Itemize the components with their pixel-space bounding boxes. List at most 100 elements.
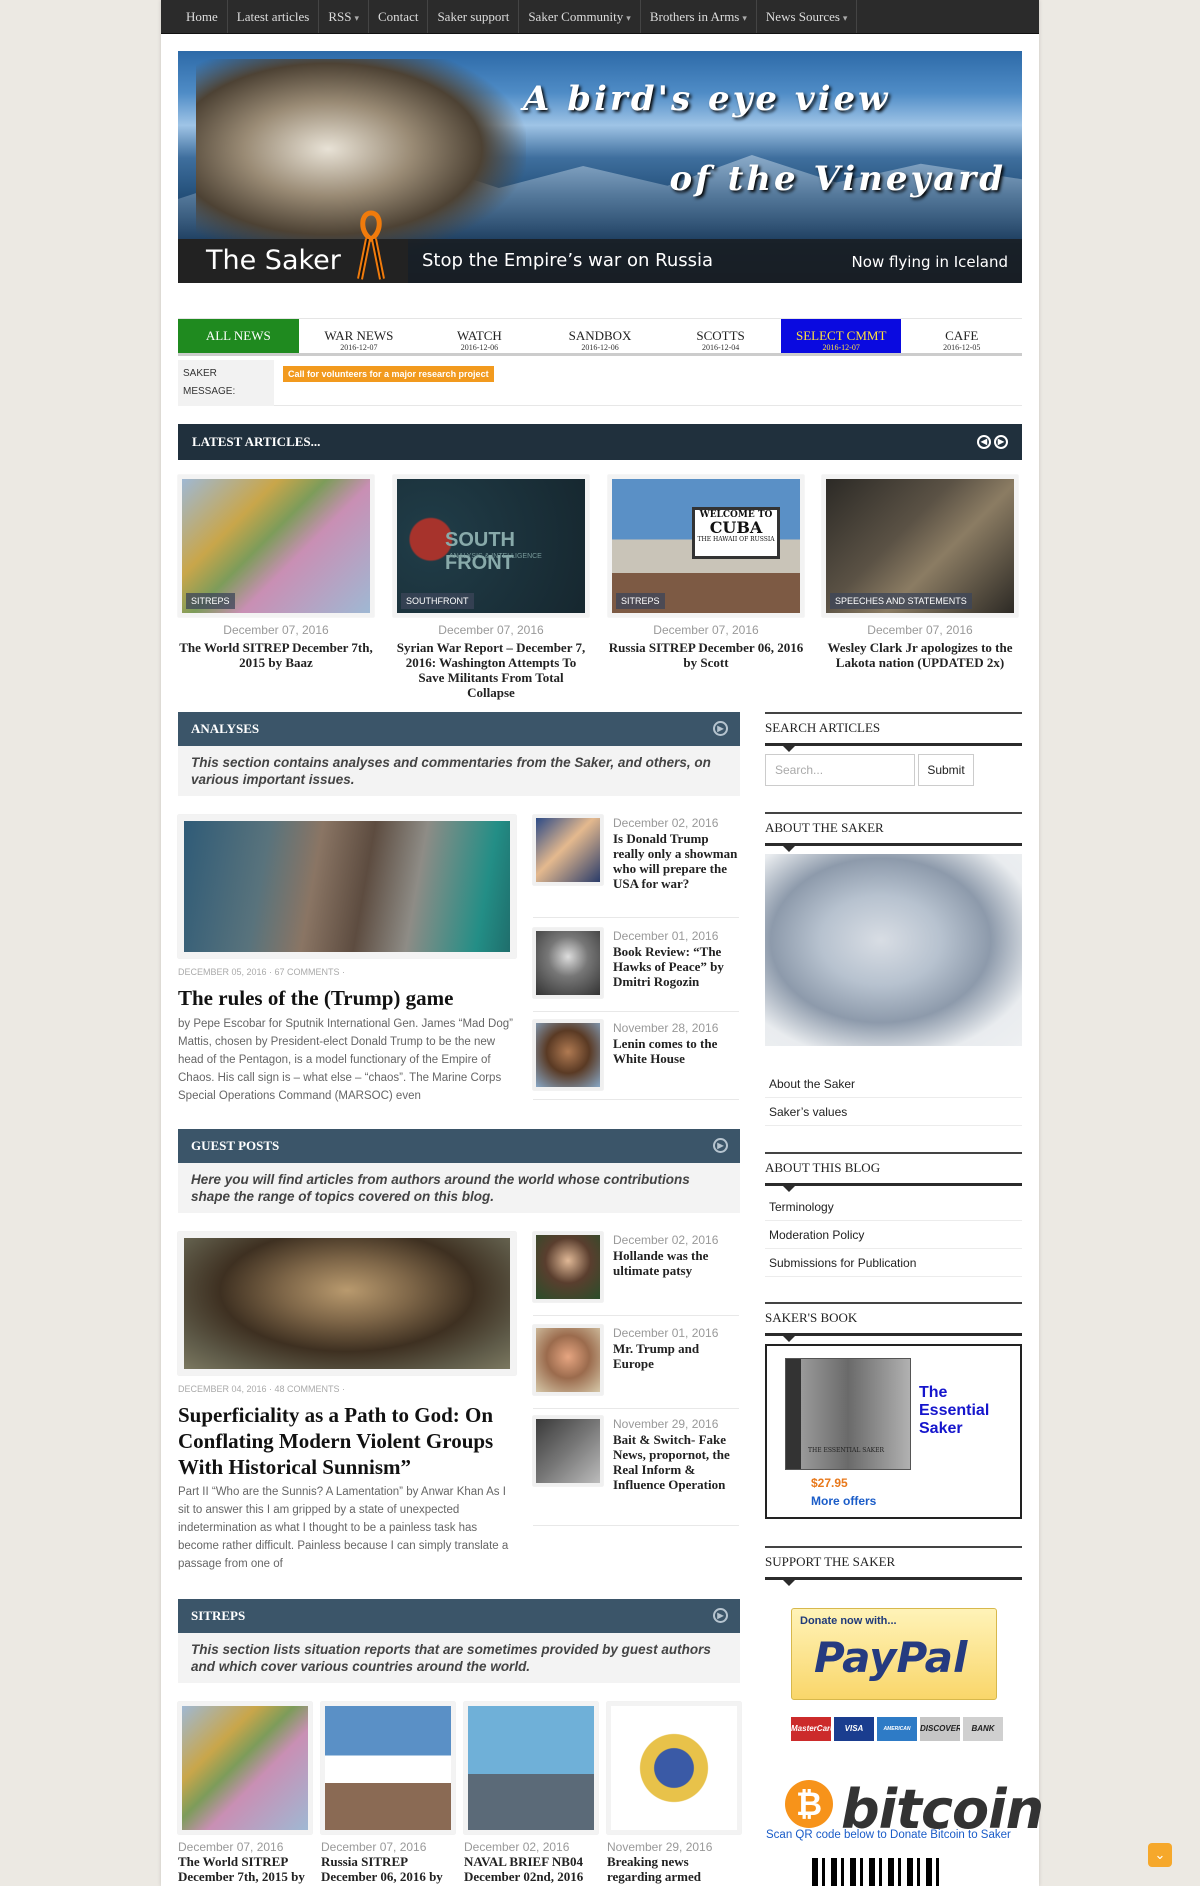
analyses-feature-title[interactable]: The rules of the (Trump) game [178, 985, 516, 1011]
side-article-thumb[interactable] [533, 1232, 603, 1302]
nav-item[interactable]: Home [177, 0, 228, 33]
side-article-thumb[interactable] [533, 928, 603, 998]
sitrep-article[interactable]: December 07, 2016 The World SITREP Decemb… [178, 1702, 312, 1884]
sidebar-link[interactable]: Submissions for Publication [765, 1249, 1022, 1277]
page: Home Latest articles RSS ▾ Contact Saker supp… [161, 0, 1044, 1886]
article-title[interactable]: Wesley Clark Jr apologizes to the Lakota… [822, 640, 1018, 670]
next-arrow-icon[interactable]: ▶ [994, 435, 1008, 449]
southfront-logo-sub: ANALYSIS & INTELLIGENCE [449, 553, 542, 560]
sidebar-link[interactable]: About the Saker [765, 1070, 1022, 1098]
latest-article[interactable]: SITREPS December 07, 2016 The World SITREP… [178, 475, 374, 670]
sitrep-article[interactable]: December 02, 2016 NAVAL BRIEF NB04 Decemb… [464, 1702, 598, 1884]
support-saker-title: SUPPORT THE SAKER [765, 1546, 1022, 1586]
sitrep-article[interactable]: December 07, 2016 Russia SITREP December … [321, 1702, 455, 1884]
nav-item[interactable]: Contact [369, 0, 429, 33]
side-article[interactable]: December 02, 2016 Is Donald Trump really … [533, 815, 739, 918]
sitrep-article-title[interactable]: Breaking news regarding armed [607, 1854, 741, 1884]
sitrep-article-date: December 07, 2016 [178, 1840, 284, 1854]
search-input[interactable]: Search... [765, 754, 915, 786]
category-tab-date: 2016-12-07 [822, 343, 860, 352]
article-category-badge[interactable]: SOUTHFRONT [401, 593, 474, 609]
article-title[interactable]: Russia SITREP December 06, 2016 by Scott [608, 640, 804, 670]
about-blog-title: ABOUT THIS BLOG [765, 1152, 1022, 1192]
sitrep-article[interactable]: November 29, 2016 Breaking news regarding… [607, 1702, 741, 1884]
nav-item[interactable]: Saker support [428, 0, 520, 33]
sitrep-article-title[interactable]: The World SITREP December 7th, 2015 by [178, 1854, 312, 1884]
prev-arrow-icon[interactable]: ◀ [977, 435, 991, 449]
nav-item[interactable]: Brothers in Arms ▾ [641, 0, 757, 33]
side-article[interactable]: November 28, 2016 Lenin comes to the Whit… [533, 1020, 739, 1100]
latest-article-image[interactable]: WELCOME TO CUBA THE HAWAII OF RUSSIA SITREP… [608, 475, 804, 617]
article-title[interactable]: The World SITREP December 7th, 2015 by B… [178, 640, 374, 670]
sitrep-article-image[interactable] [607, 1702, 741, 1834]
latest-article-image[interactable]: SPEECHES AND STATEMENTS [822, 475, 1018, 617]
book-more-offers-link[interactable]: More offers [811, 1494, 876, 1508]
article-title[interactable]: Syrian War Report – December 7, 2016: Wa… [393, 640, 589, 700]
arrow-circle-icon[interactable]: ▶ [713, 1608, 728, 1623]
sitrep-article-image[interactable] [178, 1702, 312, 1834]
latest-article[interactable]: WELCOME TO CUBA THE HAWAII OF RUSSIA SITREP… [608, 475, 804, 670]
cuba-sign: WELCOME TO CUBA THE HAWAII OF RUSSIA [692, 507, 780, 559]
sidebar-link[interactable]: Terminology [765, 1193, 1022, 1221]
saker-message-link[interactable]: Call for volunteers for a major research… [283, 366, 494, 382]
sitrep-article-image[interactable] [464, 1702, 598, 1834]
sitrep-article-title[interactable]: NAVAL BRIEF NB04 December 02nd, 2016 [464, 1854, 598, 1884]
book-cover-label: THE ESSENTIAL SAKER [808, 1447, 885, 1454]
chevron-down-icon: ▾ [742, 13, 747, 23]
nav-item[interactable]: Saker Community ▾ [519, 0, 641, 33]
category-tab-label: CAFE [945, 328, 979, 343]
sitrep-article-image[interactable] [321, 1702, 455, 1834]
side-article-thumb[interactable] [533, 1325, 603, 1395]
latest-article[interactable]: SOUTH FRONT ANALYSIS & INTELLIGENCE SOUTHF… [393, 475, 589, 700]
category-tab[interactable]: CAFE 2016-12-05 [901, 319, 1022, 353]
category-tab[interactable]: SELECT CMMT 2016-12-07 [780, 319, 902, 353]
paypal-logo: PayPal [814, 1633, 968, 1682]
category-tab[interactable]: SANDBOX 2016-12-06 [540, 319, 661, 353]
guest-posts-header[interactable]: GUEST POSTS ▶ [178, 1129, 740, 1163]
latest-article-image[interactable]: SITREPS [178, 475, 374, 617]
scroll-to-top-icon[interactable]: ⌄ [1148, 1843, 1172, 1867]
article-category-badge[interactable]: SPEECHES AND STATEMENTS [830, 593, 972, 609]
nav-item[interactable]: RSS ▾ [319, 0, 370, 33]
category-tab-label: SELECT CMMT [795, 328, 887, 343]
guest-posts-description: Here you will find articles from authors… [178, 1163, 740, 1213]
nav-item-label: Contact [378, 9, 419, 24]
latest-article-image[interactable]: SOUTH FRONT ANALYSIS & INTELLIGENCE SOUTHF… [393, 475, 589, 617]
book-name-link[interactable]: The Essential Saker [919, 1384, 1009, 1438]
arrow-circle-icon[interactable]: ▶ [713, 721, 728, 736]
guest-feature-image[interactable] [178, 1232, 516, 1375]
side-article[interactable]: November 29, 2016 Bait & Switch- Fake New… [533, 1416, 739, 1526]
side-article[interactable]: December 01, 2016 Mr. Trump and Europe [533, 1325, 739, 1409]
article-category-badge[interactable]: SITREPS [186, 593, 235, 609]
search-submit-button[interactable]: Submit [918, 754, 974, 786]
category-tab[interactable]: WATCH 2016-12-06 [419, 319, 540, 353]
article-category-badge[interactable]: SITREPS [616, 593, 665, 609]
book-cover-image[interactable]: THE ESSENTIAL SAKER [785, 1358, 911, 1470]
nav-item-label: Brothers in Arms [649, 9, 740, 24]
nav-item[interactable]: Latest articles [228, 0, 320, 33]
latest-article[interactable]: SPEECHES AND STATEMENTS December 07, 2016… [822, 475, 1018, 670]
side-article-thumb[interactable] [533, 1020, 603, 1090]
sitrep-article-title[interactable]: Russia SITREP December 06, 2016 by [321, 1854, 455, 1884]
sidebar-link[interactable]: Moderation Policy [765, 1221, 1022, 1249]
arrow-circle-icon[interactable]: ▶ [713, 1138, 728, 1153]
analyses-header[interactable]: ANALYSES ▶ [178, 712, 740, 746]
nav-item[interactable]: News Sources ▾ [757, 0, 858, 33]
book-widget[interactable]: THE ESSENTIAL SAKER The Essential Saker … [765, 1344, 1022, 1519]
bitcoin-coin-icon: ₿ [785, 1780, 833, 1828]
sitreps-header[interactable]: SITREPS ▶ [178, 1599, 740, 1633]
category-tab[interactable]: SCOTTS 2016-12-04 [660, 319, 781, 353]
banner-line-1: A bird's eye view [523, 79, 891, 119]
side-article[interactable]: December 01, 2016 Book Review: “The Hawks… [533, 928, 739, 1012]
side-article-thumb[interactable] [533, 815, 603, 885]
site-banner[interactable]: A bird's eye view of the Vineyard The Sa… [178, 51, 1022, 283]
sidebar-link[interactable]: Saker’s values [765, 1098, 1022, 1126]
category-tab[interactable]: ALL NEWS [178, 319, 299, 353]
saker-message-label: SAKER MESSAGE: [178, 360, 274, 406]
guest-feature-title[interactable]: Superficiality as a Path to God: On Conf… [178, 1402, 516, 1480]
category-tab[interactable]: WAR NEWS 2016-12-07 [299, 319, 420, 353]
analyses-feature-image[interactable] [178, 815, 516, 958]
side-article[interactable]: December 02, 2016 Hollande was the ultima… [533, 1232, 739, 1316]
side-article-thumb[interactable] [533, 1416, 603, 1486]
paypal-donate-button[interactable]: Donate now with... PayPal [791, 1608, 997, 1700]
